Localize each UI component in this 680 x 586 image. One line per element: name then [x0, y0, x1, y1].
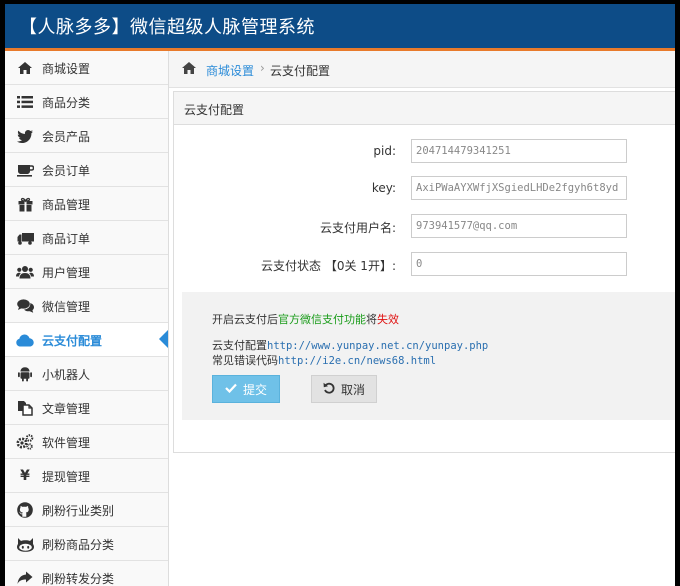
cancel-button[interactable]: 取消 [311, 375, 377, 403]
undo-icon [323, 382, 335, 397]
app-window: 【人脉多多】微信超级人脉管理系统 商城设置 商品分类 会员产品 会员订单 商品管… [5, 4, 675, 586]
sidebar-item-product-management[interactable]: 商品管理 [5, 187, 168, 221]
sidebar-item-label: 商城设置 [42, 62, 91, 76]
notice-mid: 将 [366, 313, 377, 326]
sidebar-item-cloud-pay-config[interactable]: 云支付配置 [5, 323, 168, 357]
cogs-icon [16, 433, 34, 451]
yen-icon: ¥ [20, 468, 30, 484]
sidebar-item-mall-settings[interactable]: 商城设置 [5, 51, 168, 85]
notice-error-url: 常见错误代码http://i2e.cn/news68.html [212, 352, 436, 368]
sidebar-item-label: 会员产品 [42, 130, 91, 144]
panel-title: 云支付配置 [184, 103, 245, 117]
username-label: 云支付用户名: [319, 221, 396, 235]
list-icon [16, 93, 34, 111]
notice-config-label: 云支付配置 [212, 339, 267, 352]
app-title: 【人脉多多】微信超级人脉管理系统 [19, 17, 315, 38]
sidebar-item-product-orders[interactable]: 商品订单 [5, 221, 168, 255]
sidebar-item-fan-product-category[interactable]: 刷粉商品分类 [5, 527, 168, 561]
sidebar-item-software-management[interactable]: 软件管理 [5, 425, 168, 459]
android-icon [16, 365, 34, 383]
comments-icon [16, 297, 34, 315]
sidebar-item-fan-industry-category[interactable]: 刷粉行业类别 [5, 493, 168, 527]
config-panel: 云支付配置 pid: key: 云支付用户名: 云支付状态 【0关 1开】: 开… [173, 91, 675, 453]
sidebar-item-label: 提现管理 [42, 470, 91, 484]
cloud-icon [16, 331, 34, 349]
top-header: 【人脉多多】微信超级人脉管理系统 [5, 4, 675, 51]
status-input[interactable] [411, 252, 627, 276]
status-label: 云支付状态 【0关 1开】: [261, 259, 396, 273]
sidebar-item-label: 软件管理 [42, 436, 91, 450]
form-row-username: 云支付用户名: [174, 214, 675, 238]
sidebar-item-label: 云支付配置 [42, 334, 103, 348]
key-label: key: [371, 181, 396, 195]
error-codes-link[interactable]: http://i2e.cn/news68.html [278, 355, 436, 367]
main-content: 商城设置 › 云支付配置 云支付配置 pid: key: 云支付用户名: 云支付… [169, 51, 675, 586]
pid-input[interactable] [411, 139, 627, 163]
notice-config-url: 云支付配置http://www.yunpay.net.cn/yunpay.php [212, 337, 488, 353]
pid-label: pid: [373, 144, 396, 158]
breadcrumb-current: 云支付配置 [270, 64, 331, 78]
notice-prefix: 开启云支付后 [212, 313, 278, 326]
sidebar-item-member-orders[interactable]: 会员订单 [5, 153, 168, 187]
sidebar: 商城设置 商品分类 会员产品 会员订单 商品管理 商品订单 用户管理 微信管理 … [5, 51, 169, 586]
coffee-icon [16, 161, 34, 179]
truck-icon [16, 229, 34, 247]
notice-highlight-green: 官方微信支付功能 [278, 313, 366, 326]
form-row-status: 云支付状态 【0关 1开】: [174, 252, 675, 276]
sidebar-item-withdrawal-management[interactable]: ¥ 提现管理 [5, 459, 168, 493]
sidebar-item-label: 商品订单 [42, 232, 91, 246]
share-icon [16, 569, 34, 586]
users-icon [16, 263, 34, 281]
breadcrumb-separator: › [260, 61, 265, 75]
cancel-label: 取消 [340, 382, 365, 397]
twitter-icon [16, 127, 34, 145]
sidebar-item-label: 商品分类 [42, 96, 91, 110]
sidebar-item-label: 刷粉商品分类 [42, 538, 115, 552]
form-row-pid: pid: [174, 139, 675, 163]
yunpay-link[interactable]: http://www.yunpay.net.cn/yunpay.php [267, 340, 488, 352]
username-input[interactable] [411, 214, 627, 238]
sidebar-item-member-products[interactable]: 会员产品 [5, 119, 168, 153]
sidebar-item-user-management[interactable]: 用户管理 [5, 255, 168, 289]
sidebar-item-robot[interactable]: 小机器人 [5, 357, 168, 391]
submit-button[interactable]: 提交 [212, 375, 280, 403]
sidebar-item-label: 刷粉行业类别 [42, 504, 115, 518]
check-icon [225, 382, 237, 396]
sidebar-item-label: 会员订单 [42, 164, 91, 178]
sidebar-item-label: 刷粉转发分类 [42, 572, 115, 586]
sidebar-item-article-management[interactable]: 文章管理 [5, 391, 168, 425]
sidebar-item-wechat-management[interactable]: 微信管理 [5, 289, 168, 323]
sidebar-item-label: 文章管理 [42, 402, 91, 416]
submit-label: 提交 [242, 382, 267, 397]
copy-icon [16, 399, 34, 417]
sidebar-item-fan-forward-category[interactable]: 刷粉转发分类 [5, 561, 168, 586]
sidebar-item-product-category[interactable]: 商品分类 [5, 85, 168, 119]
sidebar-item-label: 商品管理 [42, 198, 91, 212]
octocat-icon [16, 535, 34, 553]
notice-box: 开启云支付后官方微信支付功能将失效 云支付配置http://www.yunpay… [182, 292, 675, 420]
notice-highlight-red: 失效 [377, 313, 399, 326]
home-icon [181, 61, 197, 78]
breadcrumb-link-mall-settings[interactable]: 商城设置 [206, 62, 254, 79]
github-icon [16, 501, 34, 519]
sidebar-item-label: 微信管理 [42, 300, 91, 314]
notice-error-label: 常见错误代码 [212, 354, 278, 367]
home-icon [16, 59, 34, 77]
gift-icon [16, 195, 34, 213]
panel-header: 云支付配置 [174, 92, 675, 125]
sidebar-item-label: 小机器人 [42, 368, 91, 382]
form-row-key: key: [174, 176, 675, 200]
key-input[interactable] [411, 176, 627, 200]
sidebar-item-label: 用户管理 [42, 266, 91, 280]
breadcrumb: 商城设置 › 云支付配置 [169, 51, 675, 88]
notice-warning: 开启云支付后官方微信支付功能将失效 [212, 311, 399, 327]
